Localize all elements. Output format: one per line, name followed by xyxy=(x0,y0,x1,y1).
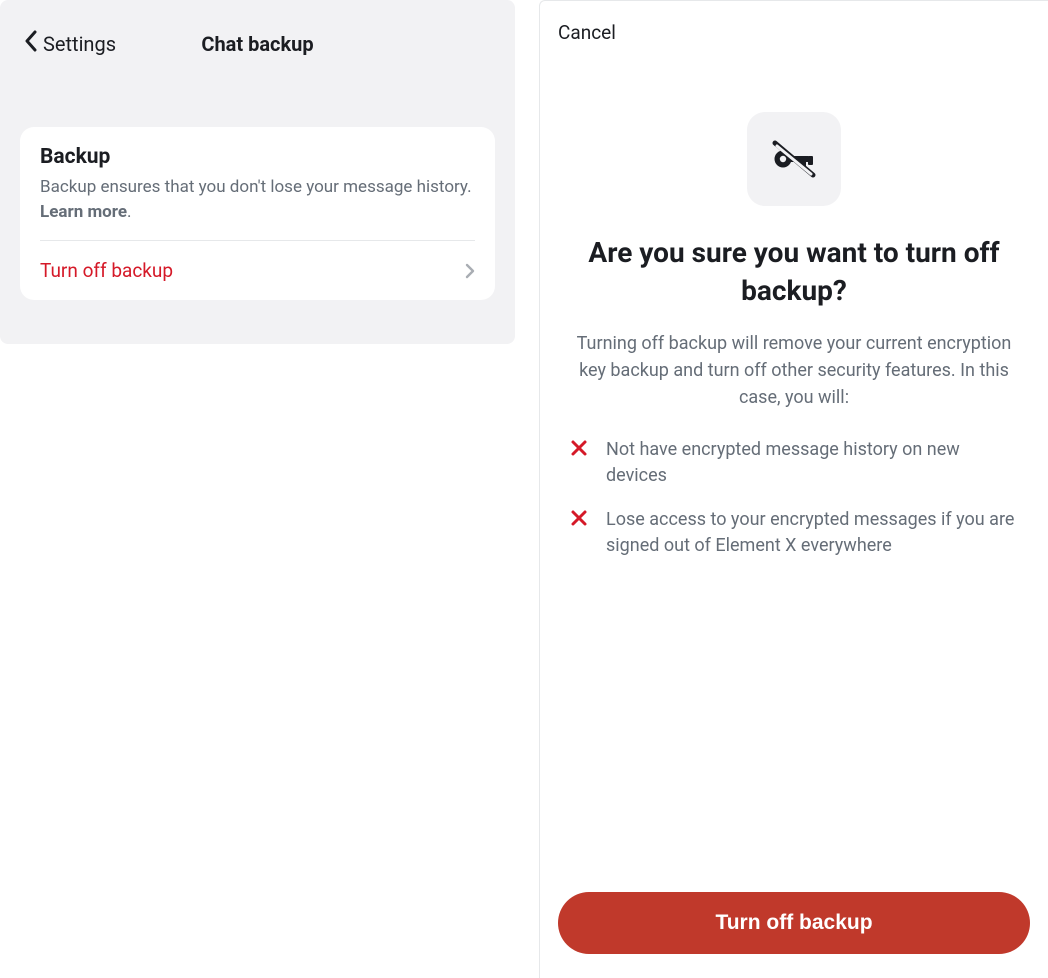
settings-left-panel: Settings Chat backup Backup Backup ensur… xyxy=(0,0,515,344)
turn-off-backup-button[interactable]: Turn off backup xyxy=(558,892,1030,954)
panel-title: Chat backup xyxy=(201,32,313,56)
warning-item: Not have encrypted message history on ne… xyxy=(570,437,1018,489)
warning-list: Not have encrypted message history on ne… xyxy=(558,437,1030,559)
learn-more-link[interactable]: Learn more xyxy=(40,202,127,222)
panel-header: Settings Chat backup xyxy=(16,16,499,87)
warning-text: Not have encrypted message history on ne… xyxy=(606,437,1018,489)
modal-description: Turning off backup will remove your curr… xyxy=(558,330,1030,411)
backup-card-description: Backup ensures that you don't lose your … xyxy=(40,175,475,224)
cancel-button[interactable]: Cancel xyxy=(558,17,616,48)
warning-text: Lose access to your encrypted messages i… xyxy=(606,507,1018,559)
warning-item: Lose access to your encrypted messages i… xyxy=(570,507,1018,559)
turn-off-backup-label: Turn off backup xyxy=(40,259,173,282)
modal-title: Are you sure you want to turn off backup… xyxy=(558,234,1030,310)
back-button[interactable]: Settings xyxy=(24,30,116,57)
back-label: Settings xyxy=(43,32,116,56)
turn-off-backup-row[interactable]: Turn off backup xyxy=(40,241,475,300)
x-icon xyxy=(570,439,588,461)
chevron-right-icon xyxy=(465,263,475,279)
confirm-modal: Cancel Are you sure you want to turn off… xyxy=(539,0,1048,978)
backup-card-heading: Backup xyxy=(40,145,475,169)
backup-card: Backup Backup ensures that you don't los… xyxy=(20,127,495,300)
backup-desc-suffix: . xyxy=(127,202,131,222)
x-icon xyxy=(570,509,588,531)
modal-top-bar: Cancel xyxy=(558,17,1030,48)
backup-desc-prefix: Backup ensures that you don't lose your … xyxy=(40,177,472,197)
key-off-icon xyxy=(747,112,841,206)
chevron-left-icon xyxy=(24,30,37,57)
modal-body: Are you sure you want to turn off backup… xyxy=(558,48,1030,892)
